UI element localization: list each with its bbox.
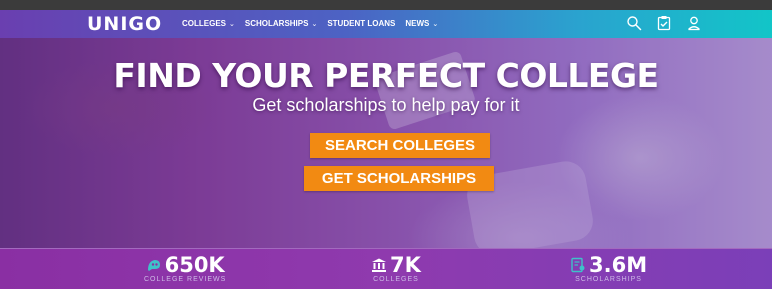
nav-item-label: SCHOLARSHIPS xyxy=(244,19,309,28)
stat-value: 7K xyxy=(390,253,421,277)
stat-label: COLLEGES xyxy=(373,276,419,283)
logo[interactable]: UNIGO xyxy=(87,13,162,35)
page-margin xyxy=(772,0,782,289)
clipboard-check-icon[interactable] xyxy=(656,15,672,31)
stat-value: 650K xyxy=(164,253,225,277)
nav-item-label: COLLEGES xyxy=(182,19,227,28)
stat-label: COLLEGE REVIEWS xyxy=(144,276,227,283)
nav-item-scholarships[interactable]: SCHOLARSHIPS ⌄ xyxy=(245,19,317,28)
stat-college-reviews[interactable]: 650K COLLEGE REVIEWS xyxy=(144,253,226,283)
chevron-down-icon: ⌄ xyxy=(229,20,235,28)
user-icon[interactable] xyxy=(686,15,702,31)
nav-item-label: STUDENT LOANS xyxy=(327,19,396,28)
nav-item-colleges[interactable]: COLLEGES ⌄ xyxy=(182,19,235,28)
stat-colleges[interactable]: 7K COLLEGES xyxy=(371,253,421,283)
reviews-icon xyxy=(147,260,160,271)
hero-subhead: Get scholarships to help pay for it xyxy=(252,95,520,115)
certificate-icon xyxy=(571,257,585,273)
top-strip xyxy=(0,0,772,10)
stat-scholarships[interactable]: 3.6M SCHOLARSHIPS xyxy=(570,253,647,283)
stats-bar: 650K COLLEGE REVIEWS 7K COLLEGES 3.6M SC… xyxy=(0,248,772,289)
chevron-down-icon: ⌄ xyxy=(311,20,318,28)
nav-menu: COLLEGES ⌄ SCHOLARSHIPS ⌄ STUDENT LOANS … xyxy=(182,19,448,28)
search-colleges-button[interactable]: SEARCH COLLEGES xyxy=(310,133,490,158)
stat-label: SCHOLARSHIPS xyxy=(575,276,642,283)
building-icon xyxy=(372,258,386,272)
main-nav: UNIGO COLLEGES ⌄ SCHOLARSHIPS ⌄ STUDENT … xyxy=(0,10,772,38)
nav-icons xyxy=(626,15,702,31)
chevron-down-icon: ⌄ xyxy=(432,20,439,28)
nav-item-student-loans[interactable]: STUDENT LOANS xyxy=(327,19,395,28)
stat-value: 3.6M xyxy=(589,253,648,277)
search-icon[interactable] xyxy=(626,15,642,31)
nav-item-news[interactable]: NEWS ⌄ xyxy=(405,19,438,28)
get-scholarships-button[interactable]: GET SCHOLARSHIPS xyxy=(304,166,494,191)
page: UNIGO COLLEGES ⌄ SCHOLARSHIPS ⌄ STUDENT … xyxy=(0,0,772,289)
hero-banner: FIND YOUR PERFECT COLLEGE Get scholarshi… xyxy=(0,38,772,248)
hero-headline: FIND YOUR PERFECT COLLEGE xyxy=(113,56,659,95)
nav-item-label: NEWS xyxy=(405,19,430,28)
